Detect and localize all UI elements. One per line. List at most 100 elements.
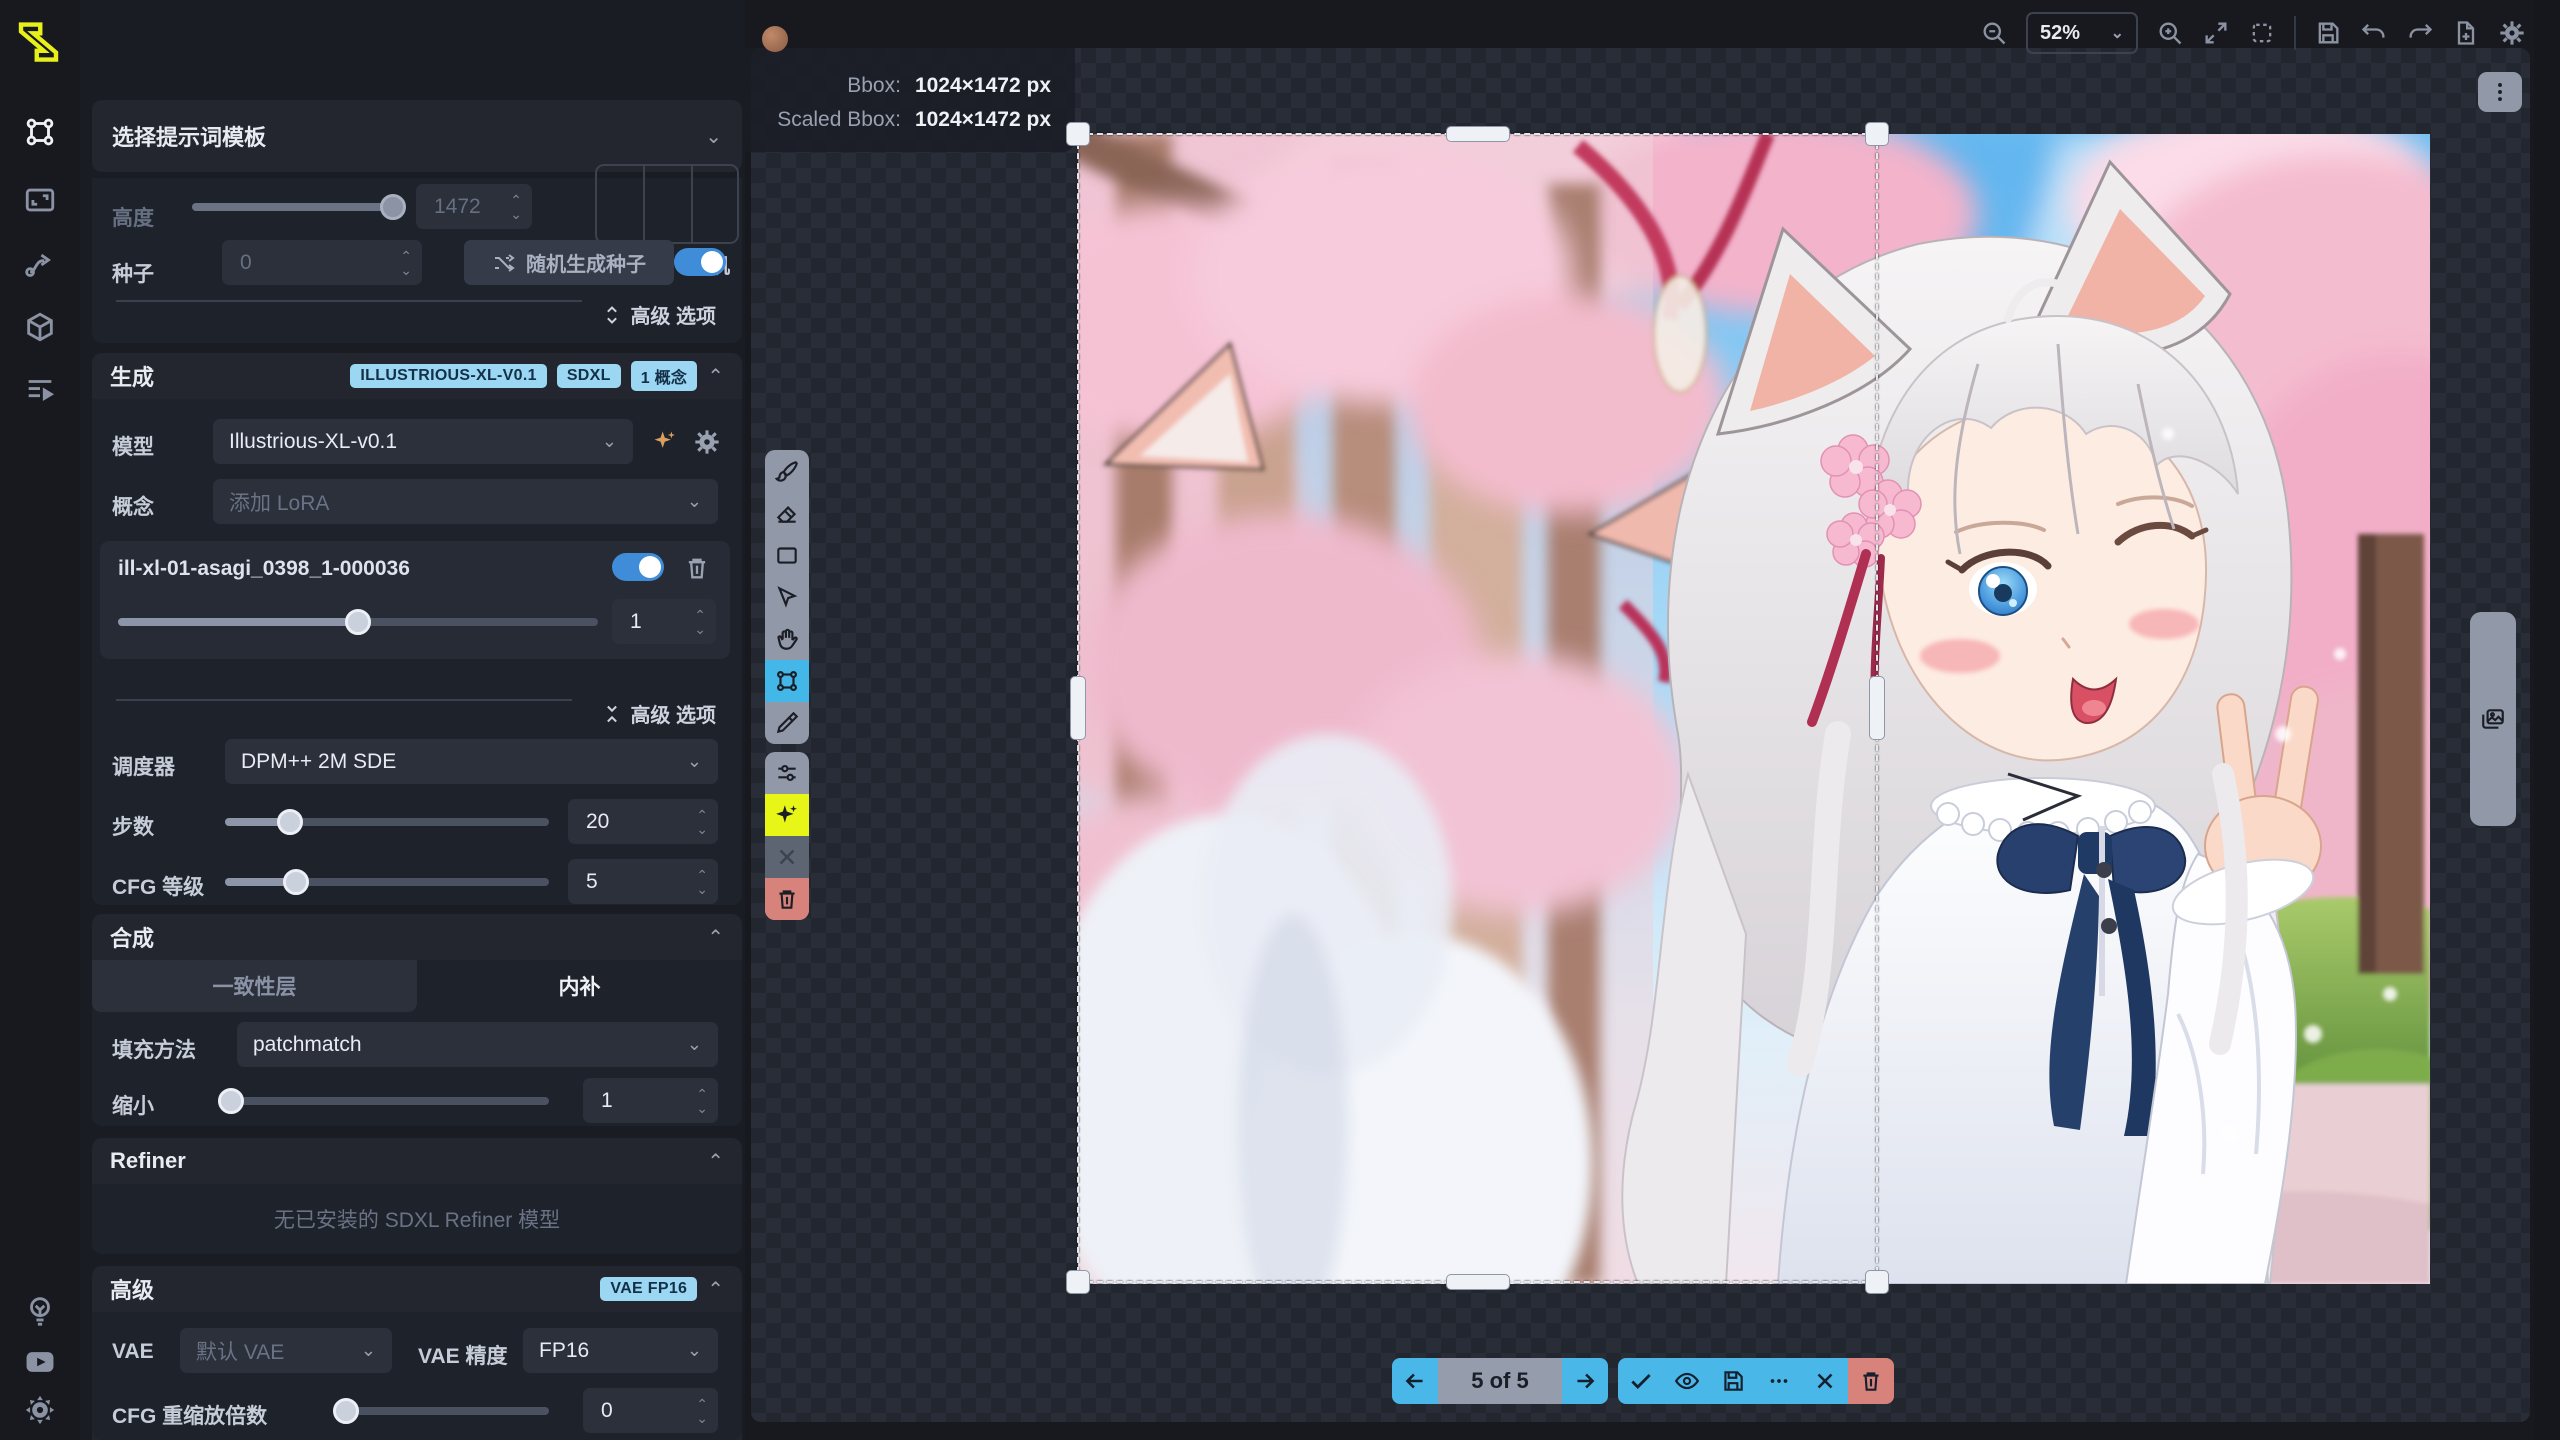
model-settings-gear-icon[interactable] — [690, 425, 724, 459]
nav-queue-tab[interactable] — [18, 368, 62, 412]
scheduler-label: 调度器 — [112, 751, 175, 781]
tab-inpaint[interactable]: 内补 — [417, 960, 742, 1012]
random-seed-toggle[interactable] — [674, 248, 726, 276]
color-picker-tool[interactable] — [765, 702, 809, 744]
scale-input[interactable]: 1 ⌃⌄ — [583, 1078, 718, 1123]
undo-icon[interactable] — [2360, 19, 2388, 47]
lora-enabled-toggle[interactable] — [612, 553, 664, 581]
height-slider[interactable] — [192, 184, 397, 229]
bbox-handle-top-left[interactable] — [1066, 122, 1090, 146]
lora-weight-slider[interactable] — [118, 599, 598, 644]
generation-header[interactable]: 生成 ILLUSTRIOUS-XL-V0.1 SDXL 1 概念 ⌃ — [92, 353, 742, 399]
discard-result-button[interactable] — [1802, 1358, 1848, 1404]
prev-result-button[interactable] — [1392, 1358, 1438, 1404]
pan-tool[interactable] — [765, 618, 809, 660]
more-options-button[interactable] — [1756, 1358, 1802, 1404]
bbox-handle-right-mid[interactable] — [1869, 676, 1885, 740]
vae-precision-badge: VAE FP16 — [600, 1277, 697, 1301]
cfg-input[interactable]: 5 ⌃⌄ — [568, 859, 718, 904]
advanced-header[interactable]: 高级 VAE FP16 ⌃ — [92, 1266, 742, 1312]
redo-icon[interactable] — [2406, 19, 2434, 47]
eraser-tool[interactable] — [765, 492, 809, 534]
filter-settings-tool[interactable] — [765, 752, 809, 794]
scheduler-select[interactable]: DPM++ 2M SDE ⌄ — [225, 739, 718, 784]
preview-toggle-button[interactable] — [1664, 1358, 1710, 1404]
fit-to-view-icon[interactable] — [2202, 19, 2230, 47]
gallery-panel-toggle[interactable] — [2470, 612, 2516, 826]
compositing-header[interactable]: 合成 ⌃ — [92, 914, 742, 960]
image-settings-advanced-toggle[interactable]: 高级 选项 — [602, 300, 716, 329]
support-icon[interactable] — [18, 1288, 62, 1332]
bbox-tool[interactable] — [765, 660, 809, 702]
user-avatar[interactable] — [762, 26, 788, 52]
generation-badge-concepts: 1 概念 — [631, 361, 698, 391]
tab-coherence-pass[interactable]: 一致性层 — [92, 960, 417, 1012]
refiner-header[interactable]: Refiner ⌃ — [92, 1138, 742, 1184]
canvas-more-menu-button[interactable] — [2478, 72, 2522, 112]
zoom-level-select[interactable]: 52%⌄ — [2026, 12, 2138, 54]
expand-vertical-icon — [602, 303, 622, 327]
gallery-icon — [2480, 706, 2506, 732]
aspect-ratio-preview — [595, 164, 739, 244]
randomize-seed-button[interactable]: 随机生成种子 — [464, 240, 674, 285]
new-canvas-icon[interactable] — [2452, 19, 2480, 47]
lora-delete-trash-icon[interactable] — [680, 551, 714, 585]
vae-select[interactable]: 默认 VAE ⌄ — [180, 1328, 392, 1373]
bbox-handle-bottom-right[interactable] — [1865, 1270, 1889, 1294]
chevron-down-icon[interactable]: ⌄ — [705, 124, 722, 149]
zoom-out-icon[interactable] — [1980, 19, 2008, 47]
fill-method-select[interactable]: patchmatch ⌄ — [237, 1022, 718, 1067]
chevron-up-icon[interactable]: ⌃ — [707, 1277, 724, 1302]
chevron-down-icon: ⌄ — [361, 1340, 376, 1361]
discard-all-button[interactable] — [1848, 1358, 1894, 1404]
seed-input[interactable]: 0 ⌃⌄ — [222, 240, 422, 285]
cfg-slider[interactable] — [225, 859, 549, 904]
save-canvas-icon[interactable] — [2314, 19, 2342, 47]
nav-models-tab[interactable] — [18, 305, 62, 349]
lora-weight-input[interactable]: 1 ⌃⌄ — [612, 599, 716, 644]
delete-tool[interactable] — [765, 878, 809, 920]
bbox-handle-left-mid[interactable] — [1070, 676, 1086, 740]
prompt-template-title: 选择提示词模板 — [112, 120, 266, 152]
bbox-handle-bottom-left[interactable] — [1066, 1270, 1090, 1294]
cfg-rescale-slider[interactable] — [340, 1388, 549, 1433]
accept-result-button[interactable] — [1618, 1358, 1664, 1404]
next-result-button[interactable] — [1562, 1358, 1608, 1404]
move-tool[interactable] — [765, 576, 809, 618]
prompt-template-expander[interactable]: 选择提示词模板 ⌄ — [92, 100, 742, 172]
scale-slider[interactable] — [225, 1078, 549, 1123]
save-result-button[interactable] — [1710, 1358, 1756, 1404]
nav-workflows-tab[interactable] — [18, 243, 62, 287]
fit-bbox-icon[interactable] — [2248, 19, 2276, 47]
canvas-action-group — [765, 752, 809, 920]
add-lora-select[interactable]: 添加 LoRA ⌄ — [213, 479, 718, 524]
chevron-up-icon[interactable]: ⌃ — [707, 364, 724, 389]
chevron-up-icon[interactable]: ⌃ — [707, 1149, 724, 1174]
invoke-generate-tool[interactable] — [765, 794, 809, 836]
chevron-up-icon[interactable]: ⌃ — [707, 925, 724, 950]
video-tutorials-icon[interactable] — [18, 1340, 62, 1384]
model-default-settings-icon[interactable] — [648, 425, 682, 459]
settings-gear-icon[interactable] — [18, 1388, 62, 1432]
chevron-down-icon: ⌄ — [687, 751, 702, 772]
rect-tool[interactable] — [765, 534, 809, 576]
cfg-rescale-input[interactable]: 0 ⌃⌄ — [583, 1388, 718, 1433]
model-select[interactable]: Illustrious-XL-v0.1 ⌄ — [213, 419, 633, 464]
generation-advanced-toggle[interactable]: 高级 选项 — [602, 699, 716, 728]
nav-canvas-tab[interactable] — [18, 110, 62, 154]
bbox-handle-top-right[interactable] — [1865, 122, 1889, 146]
zoom-in-icon[interactable] — [2156, 19, 2184, 47]
canvas-settings-gear-icon[interactable] — [2498, 19, 2526, 47]
vae-precision-select[interactable]: FP16 ⌄ — [523, 1328, 718, 1373]
canvas-image[interactable] — [1078, 134, 2430, 1284]
bbox-handle-top-mid[interactable] — [1446, 126, 1510, 142]
cancel-tool[interactable] — [765, 836, 809, 878]
scale-label: 缩小 — [112, 1090, 154, 1120]
refiner-empty-text: 无已安装的 SDXL Refiner 模型 — [274, 1204, 560, 1234]
height-input[interactable]: 1472 ⌃⌄ — [416, 184, 532, 229]
steps-input[interactable]: 20 ⌃⌄ — [568, 799, 718, 844]
bbox-handle-bottom-mid[interactable] — [1446, 1274, 1510, 1290]
nav-upscaling-tab[interactable] — [18, 178, 62, 222]
brush-tool[interactable] — [765, 450, 809, 492]
steps-slider[interactable] — [225, 799, 549, 844]
